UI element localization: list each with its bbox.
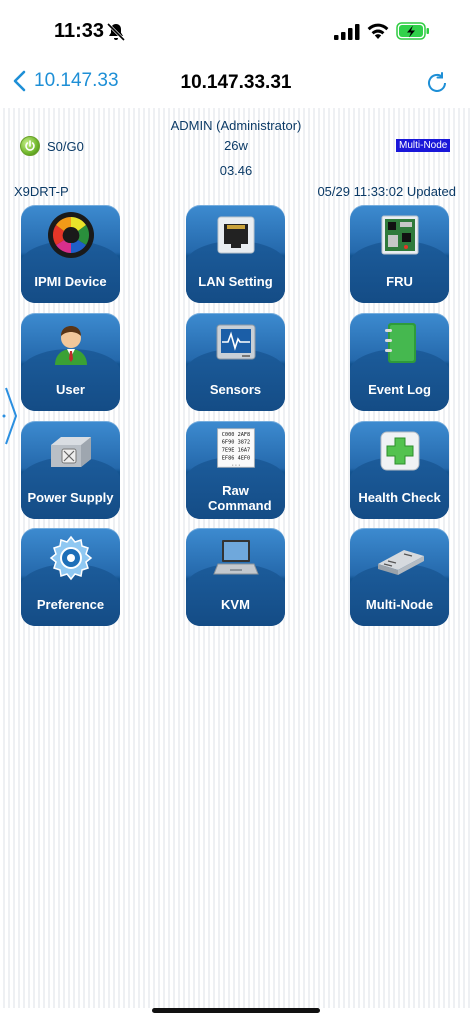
status-time: 11:33 (54, 20, 105, 42)
tile-label: IPMI Device (34, 274, 107, 289)
ipmi-device-icon (48, 212, 94, 258)
hex-line: EF86 4EF0 (222, 455, 250, 461)
notebook-icon (385, 323, 416, 363)
tile-label: FRU (386, 274, 413, 289)
tile-fru[interactable]: FRU (350, 205, 449, 303)
hex-line: 7E9E 16A7 (222, 448, 250, 454)
power-supply-icon (51, 437, 91, 467)
gear-icon (49, 535, 93, 581)
tile-preference[interactable]: Preference (21, 528, 120, 626)
laptop-icon (213, 540, 259, 575)
tile-label: Raw Command (208, 483, 272, 513)
tile-sensors[interactable]: Sensors (186, 313, 285, 411)
refresh-icon[interactable] (424, 70, 450, 96)
board-model: X9DRT-P (14, 184, 69, 199)
hex-line: ... (231, 462, 240, 468)
tile-raw-command[interactable]: C000 2AF8 6F90 3872 7E9E 16A7 EF86 4EF0 … (186, 421, 285, 519)
ethernet-port-icon (217, 216, 255, 254)
tile-label: Preference (36, 597, 105, 612)
tile-label: User (56, 382, 85, 397)
tile-label: Multi-Node (365, 597, 434, 612)
hex-line: C000 2AF8 (222, 432, 250, 438)
updated-timestamp: 05/29 11:33:02 Updated (317, 184, 456, 199)
tile-ipmi-device[interactable]: IPMI Device (21, 205, 120, 303)
wifi-icon (367, 23, 389, 39)
signal-icon (334, 24, 360, 40)
server-blade-icon (378, 550, 424, 575)
multinode-badge[interactable]: Multi-Node (396, 139, 451, 152)
tile-kvm[interactable]: KVM (186, 528, 285, 626)
tile-lan-setting[interactable]: LAN Setting (186, 205, 285, 303)
hex-code-icon: C000 2AF8 6F90 3872 7E9E 16A7 EF86 4EF0 … (217, 428, 255, 468)
side-drawer-handle-icon[interactable] (0, 386, 20, 446)
battery-charging-icon (396, 22, 429, 40)
home-indicator[interactable] (152, 1008, 320, 1013)
tile-multi-node[interactable]: Multi-Node (350, 528, 449, 626)
tile-health-check[interactable]: Health Check (350, 421, 449, 519)
tile-label: Health Check (358, 490, 441, 505)
tile-label: Sensors (209, 382, 262, 397)
tile-label: KVM (221, 597, 250, 612)
bell-off-icon (106, 22, 126, 42)
page-title: 10.147.33.31 (180, 72, 292, 93)
firmware-version: 03.46 (219, 163, 253, 178)
hex-line: 6F90 3872 (222, 440, 250, 446)
tile-label: LAN Setting (198, 274, 273, 289)
admin-user: ADMIN (Administrator) (170, 118, 302, 133)
tile-label: Event Log (368, 382, 431, 397)
main-panel: ADMIN (Administrator) S0/G0 26w Multi-No… (0, 108, 472, 1008)
medical-cross-icon (380, 431, 420, 471)
tile-power-supply[interactable]: Power Supply (21, 421, 120, 519)
tile-user[interactable]: User (21, 313, 120, 411)
circuit-board-icon (381, 215, 419, 255)
status-bar: 11:33 (0, 0, 472, 60)
tile-label: Power Supply (27, 490, 114, 505)
nav-bar: 10.147.33 10.147.33.31 (0, 60, 472, 106)
tile-event-log[interactable]: Event Log (350, 313, 449, 411)
monitor-waveform-icon (216, 324, 256, 360)
user-icon (55, 326, 87, 365)
